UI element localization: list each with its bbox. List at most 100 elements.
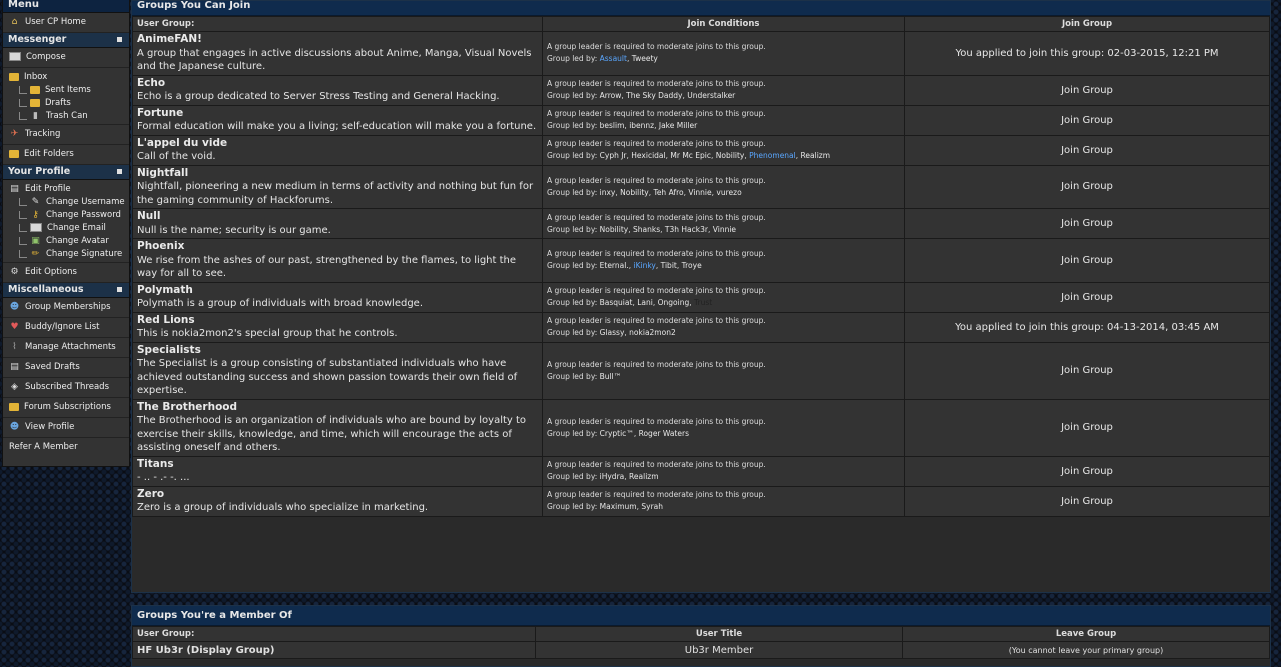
- group-leader-link[interactable]: Ongoing: [658, 298, 690, 307]
- sidebar-item-trash-can[interactable]: ▮ Trash Can: [3, 110, 129, 123]
- join-group-link[interactable]: Join Group: [904, 341, 1270, 400]
- miscellaneous-header[interactable]: Miscellaneous: [3, 283, 129, 298]
- group-leader-link[interactable]: Shanks: [633, 225, 660, 234]
- sidebar-item-buddy-ignore[interactable]: ♥ Buddy/Ignore List: [3, 318, 129, 338]
- sidebar-item-inbox[interactable]: Inbox: [3, 68, 129, 84]
- join-group-link[interactable]: Join Group: [904, 74, 1270, 106]
- group-leader-link[interactable]: Trust: [694, 298, 712, 307]
- sidebar-item-manage-attachments[interactable]: ⌇ Manage Attachments: [3, 338, 129, 358]
- led-by-label: Group led by:: [547, 91, 598, 100]
- group-leaders: Group led by: Bull™: [547, 371, 900, 383]
- group-leader-link[interactable]: Phenomenal: [749, 151, 796, 160]
- group-leader-link[interactable]: Nobility: [716, 151, 745, 160]
- group-leader-link[interactable]: Glassy: [600, 328, 625, 337]
- group-leaders: Group led by: Cyph Jr, Hexicidal, Mr Mc …: [547, 151, 831, 160]
- group-leader-link[interactable]: Arrow: [600, 91, 622, 100]
- sidebar-item-edit-folders[interactable]: Edit Folders: [3, 145, 129, 165]
- group-leader-link[interactable]: Jake Miller: [659, 121, 697, 130]
- group-leader-link[interactable]: Mr Mc Epic: [670, 151, 711, 160]
- group-leader-link[interactable]: Syrah: [641, 502, 663, 511]
- sidebar-item-subscribed-threads[interactable]: ◈ Subscribed Threads: [3, 378, 129, 398]
- sidebar-item-compose[interactable]: Compose: [3, 48, 129, 68]
- group-leader-link[interactable]: Maximum: [600, 502, 637, 511]
- sidebar-item-tracking[interactable]: ✈ Tracking: [3, 125, 129, 145]
- group-leader-link[interactable]: Tibit: [661, 261, 677, 270]
- sidebar-item-edit-options[interactable]: ⚙ Edit Options: [3, 263, 129, 283]
- group-leaders: Group led by: Eternal., iKinky, Tibit, T…: [547, 261, 702, 271]
- condition-text: A group leader is required to moderate j…: [547, 139, 766, 148]
- group-leader-link[interactable]: Realizm: [801, 151, 831, 160]
- sidebar-item-edit-profile[interactable]: ▤ Edit Profile: [3, 180, 129, 196]
- member-group-name[interactable]: HF Ub3r (Display Group): [132, 641, 536, 659]
- member-user-title: Ub3r Member: [535, 641, 903, 659]
- collapse-toggle-icon[interactable]: [117, 169, 122, 174]
- sidebar-item-change-signature[interactable]: ✏ Change Signature: [3, 248, 129, 261]
- sidebar-item-forum-subscriptions[interactable]: Forum Subscriptions: [3, 398, 129, 418]
- join-group-link[interactable]: Join Group: [904, 134, 1270, 166]
- group-leader-link[interactable]: Bull™: [600, 372, 622, 381]
- group-name: Phoenix: [137, 240, 185, 252]
- groups-join-panel: Groups You Can Join User Group: Join Con…: [131, 0, 1271, 593]
- group-leader-link[interactable]: Eternal.: [600, 261, 629, 270]
- join-group-link[interactable]: Join Group: [904, 398, 1270, 457]
- condition-text: A group leader is required to moderate j…: [547, 416, 766, 426]
- sidebar-item-refer-member[interactable]: Refer A Member: [3, 438, 129, 457]
- group-leader-link[interactable]: nokia2mon2: [629, 328, 676, 337]
- group-cell: AnimeFAN! A group that engages in active …: [132, 31, 543, 76]
- group-leader-link[interactable]: Cryptic™: [600, 429, 634, 438]
- group-leader-link[interactable]: iHydra: [600, 472, 625, 481]
- led-by-label: Group led by:: [547, 502, 598, 511]
- pencil-icon: ✏: [31, 248, 40, 259]
- join-group-link[interactable]: Join Group: [904, 485, 1270, 517]
- join-group-link[interactable]: Join Group: [904, 455, 1270, 487]
- group-leader-link[interactable]: Vinnie: [713, 225, 736, 234]
- tracking-icon: ✈: [10, 128, 19, 139]
- join-group-link[interactable]: Join Group: [904, 164, 1270, 209]
- sidebar-item-change-email[interactable]: Change Email: [3, 222, 129, 235]
- group-leader-link[interactable]: Basquiat: [600, 298, 633, 307]
- group-leader-link[interactable]: Teh Afro: [654, 188, 684, 197]
- sidebar-item-view-profile[interactable]: ☻ View Profile: [3, 418, 129, 438]
- group-leader-link[interactable]: Hexicidal: [631, 151, 665, 160]
- group-leader-link[interactable]: iKinky: [633, 261, 655, 270]
- condition-text: A group leader is required to moderate j…: [547, 79, 766, 88]
- join-group-link[interactable]: Join Group: [904, 208, 1270, 239]
- sidebar-item-saved-drafts[interactable]: ▤ Saved Drafts: [3, 358, 129, 378]
- group-leader-link[interactable]: Lani: [637, 298, 653, 307]
- messenger-header[interactable]: Messenger: [3, 33, 129, 48]
- group-leader-link[interactable]: Tweety: [632, 54, 658, 63]
- sidebar-item-drafts[interactable]: Drafts: [3, 97, 129, 110]
- group-leader-link[interactable]: T3h Hack3r: [665, 225, 708, 234]
- group-leader-link[interactable]: Nobility: [600, 225, 629, 234]
- group-leader-link[interactable]: Nobility: [620, 188, 649, 197]
- your-profile-header[interactable]: Your Profile: [3, 165, 129, 180]
- folder-icon: [9, 149, 19, 158]
- join-group-link[interactable]: Join Group: [904, 281, 1270, 313]
- sidebar-item-change-avatar[interactable]: ▣ Change Avatar: [3, 235, 129, 248]
- group-leader-link[interactable]: Vinnie: [688, 188, 711, 197]
- group-leader-link[interactable]: Understalker: [687, 91, 735, 100]
- collapse-toggle-icon[interactable]: [117, 287, 122, 292]
- join-group-link[interactable]: Join Group: [904, 104, 1270, 136]
- group-leader-link[interactable]: inxy: [600, 188, 616, 197]
- sidebar-item-change-username[interactable]: ✎ Change Username: [3, 196, 129, 209]
- group-leader-link[interactable]: Cyph Jr: [600, 151, 627, 160]
- group-leader-link[interactable]: Roger Waters: [639, 429, 689, 438]
- condition-text: A group leader is required to moderate j…: [547, 109, 766, 118]
- group-icon: ☻: [9, 301, 20, 312]
- sidebar-item-usercp-home[interactable]: ⌂ User CP Home: [3, 13, 129, 33]
- group-leader-link[interactable]: Troye: [682, 261, 702, 270]
- collapse-toggle-icon[interactable]: [117, 37, 122, 42]
- group-leader-link[interactable]: Realizm: [629, 472, 659, 481]
- group-leader-link[interactable]: beslim: [600, 121, 625, 130]
- paperclip-icon: ⌇: [12, 341, 17, 352]
- group-leader-link[interactable]: ibennz: [629, 121, 654, 130]
- table-row: HF Ub3r (Display Group) Ub3r Member (You…: [132, 641, 1270, 659]
- sidebar-item-change-password[interactable]: ⚷ Change Password: [3, 209, 129, 222]
- group-leader-link[interactable]: Assault: [600, 54, 627, 63]
- sidebar-item-group-memberships[interactable]: ☻ Group Memberships: [3, 298, 129, 318]
- group-leader-link[interactable]: The Sky Daddy: [626, 91, 682, 100]
- join-group-link[interactable]: Join Group: [904, 238, 1270, 283]
- sidebar-item-sent-items[interactable]: Sent Items: [3, 84, 129, 97]
- group-leader-link[interactable]: vurezo: [716, 188, 741, 197]
